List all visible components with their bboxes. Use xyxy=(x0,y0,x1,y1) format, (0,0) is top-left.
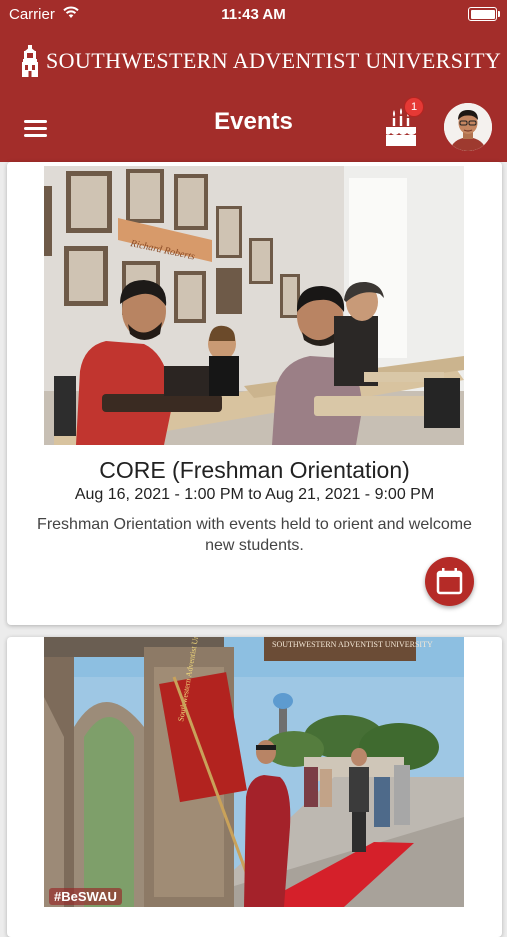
event-title: CORE (Freshman Orientation) xyxy=(99,457,410,483)
hashtag-overlay: #BeSWAU xyxy=(49,888,122,905)
event-date: Aug 16, 2021 - 1:00 PM to Aug 21, 2021 -… xyxy=(74,486,435,503)
page-title: Events xyxy=(214,108,293,135)
event-photo: Richard Roberts xyxy=(44,166,464,445)
university-logo: SOUTHWESTERN ADVENTIST UNIVERSITY xyxy=(20,44,501,78)
user-avatar[interactable] xyxy=(444,103,492,151)
event-photo: SOUTHWESTERN ADVENTIST UNIVERSITY Southw… xyxy=(44,637,464,907)
entrance-sign: SOUTHWESTERN ADVENTIST UNIVERSITY xyxy=(272,640,433,649)
event-card[interactable]: Richard Roberts CORE (Freshman Orientati… xyxy=(7,162,502,625)
notification-badge: 1 xyxy=(404,97,424,117)
status-time: 11:43 AM xyxy=(221,6,286,23)
bell-tower-icon xyxy=(22,45,38,77)
hamburger-menu-icon[interactable] xyxy=(24,120,47,137)
battery-icon xyxy=(468,7,500,21)
university-name: SOUTHWESTERN ADVENTIST UNIVERSITY xyxy=(46,48,502,73)
app-header: Carrier 11:43 AM SOUTHWESTERN ADVENTIST … xyxy=(0,0,507,162)
status-bar: Carrier 11:43 AM xyxy=(0,0,507,30)
event-description: Freshman Orientation with events held to… xyxy=(37,516,472,554)
add-to-calendar-button[interactable] xyxy=(425,557,474,606)
calendar-icon xyxy=(436,568,463,595)
event-card[interactable]: SOUTHWESTERN ADVENTIST UNIVERSITY Southw… xyxy=(7,637,502,937)
